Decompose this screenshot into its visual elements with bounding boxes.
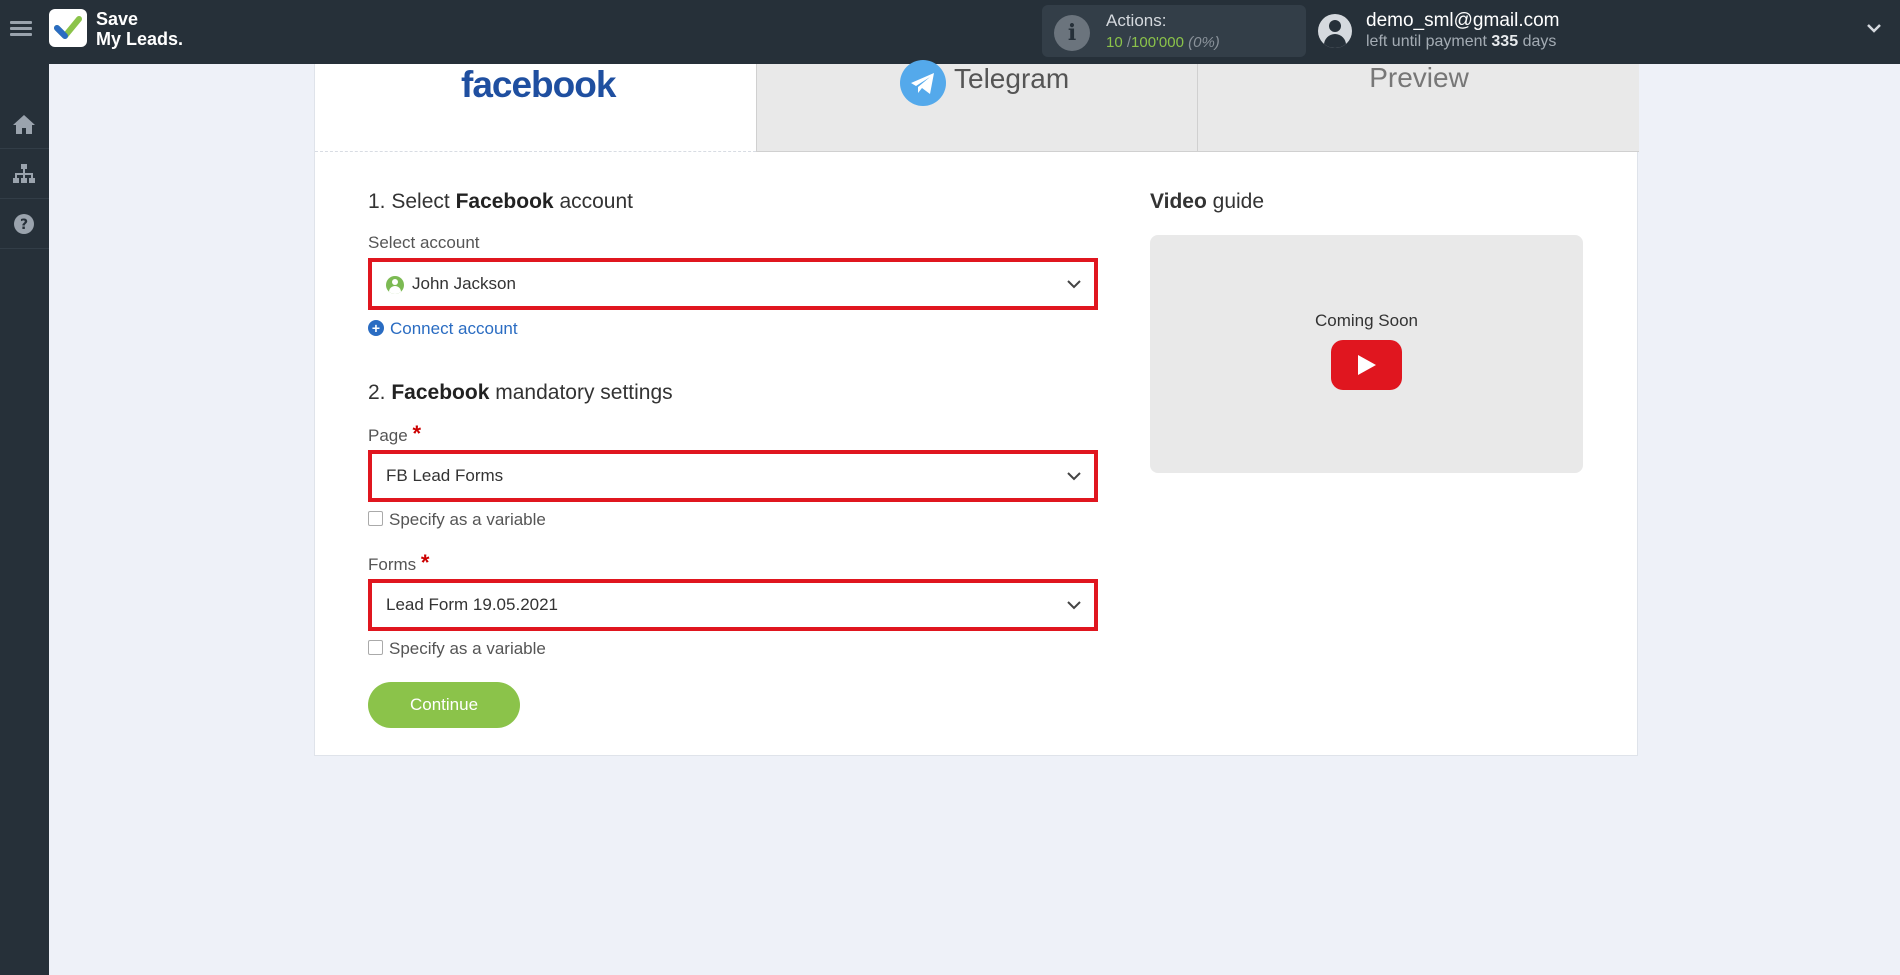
days-prefix: left until payment [1366,33,1487,50]
tab-telegram[interactable]: Telegram [756,60,1197,152]
connect-account-label: Connect account [390,319,518,338]
section2-rest: mandatory settings [495,381,673,404]
telegram-icon [900,60,946,106]
sidebar-item-help[interactable]: ? [0,199,49,249]
user-avatar-icon[interactable] [1318,14,1352,48]
sidebar-item-connections[interactable] [0,149,49,199]
forms-label-text: Forms [368,555,417,574]
section1-rest: account [559,190,633,213]
section-select-account-title: 1. Select Facebook account [368,190,633,214]
tab-facebook[interactable]: facebook [315,64,756,152]
info-icon: i [1054,15,1090,51]
coming-soon-text: Coming Soon [1314,311,1418,330]
section-mandatory-settings-title: 2. Facebook mandatory settings [368,381,673,405]
video-title-rest: guide [1212,190,1265,213]
forms-select[interactable]: Lead Form 19.05.2021 [368,579,1098,631]
actions-label: Actions: [1106,11,1167,30]
video-guide-box: Coming Soon [1150,235,1583,473]
select-account-label: Select account [368,233,480,252]
actions-percent: (0%) [1188,34,1220,51]
chevron-down-icon [1067,472,1081,481]
actions-count: 10 /100'000 (0%) [1106,34,1220,51]
video-guide-title: Video guide [1150,190,1264,214]
account-value: John Jackson [412,274,516,293]
home-icon [13,115,35,134]
logo-icon[interactable] [49,9,87,47]
page-select[interactable]: FB Lead Forms [368,450,1098,502]
top-bar: Save My Leads. i Actions: 10 /100'000 (0… [0,0,1900,64]
checkbox[interactable] [368,640,383,655]
required-asterisk: * [412,421,421,446]
svg-text:?: ? [20,217,28,233]
page-label-text: Page [368,426,408,445]
tab-preview[interactable]: Preview [1197,62,1639,152]
forms-label: Forms * [368,550,429,576]
tab-telegram-label: Telegram [954,63,1070,94]
sitemap-icon [13,164,35,183]
checkbox[interactable] [368,511,383,526]
video-title-bold: Video [1150,190,1207,213]
section2-num: 2. [368,381,386,404]
required-asterisk: * [420,550,430,575]
days-value: 335 [1491,33,1519,50]
user-icon [386,276,404,294]
youtube-play-icon[interactable] [1331,340,1402,390]
section1-num: 1. Select [368,190,450,213]
forms-variable-label: Specify as a variable [389,639,546,658]
facebook-logo: facebook [461,64,616,105]
menu-icon[interactable] [10,18,34,42]
forms-value: Lead Form 19.05.2021 [386,595,559,614]
plus-circle-icon: + [368,320,384,336]
payment-days: left until payment 335 days [1366,33,1556,51]
chevron-down-icon[interactable] [1866,20,1882,36]
tab-preview-label: Preview [1369,62,1469,93]
account-select[interactable]: John Jackson [368,258,1098,310]
page-value: FB Lead Forms [386,466,504,485]
brand-line2: My Leads. [96,29,184,49]
connect-account-link[interactable]: + Connect account [368,319,518,339]
section1-bold: Facebook [455,190,554,213]
sidebar: ? [0,64,49,975]
chevron-down-icon [1067,601,1081,610]
section2-bold: Facebook [391,381,490,404]
page-label: Page * [368,421,421,447]
help-icon: ? [14,214,34,234]
brand-name: Save My Leads. [96,9,183,49]
brand-line1: Save [96,9,139,29]
page-variable-label: Specify as a variable [389,510,546,529]
actions-panel: i Actions: 10 /100'000 (0%) [1042,5,1306,57]
sidebar-item-home[interactable] [0,99,49,149]
days-suffix: days [1522,33,1557,50]
actions-separator: / [1122,34,1132,51]
page-specify-variable[interactable]: Specify as a variable [368,510,546,530]
continue-button[interactable]: Continue [368,682,520,728]
chevron-down-icon [1067,280,1081,289]
actions-used: 10 [1106,34,1123,51]
settings-card: facebook Telegram Preview 1. Select Face… [314,60,1639,756]
forms-specify-variable[interactable]: Specify as a variable [368,639,546,659]
actions-total: 100'000 [1131,34,1184,51]
user-email[interactable]: demo_sml@gmail.com [1366,10,1560,32]
